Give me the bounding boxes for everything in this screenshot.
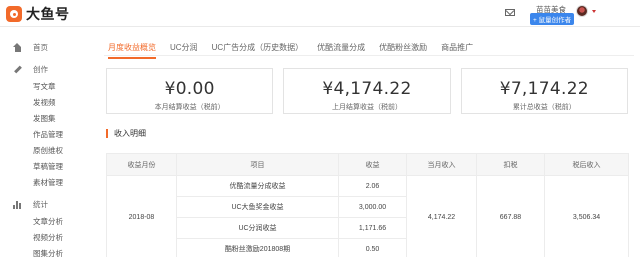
section-title: 收入明细 xyxy=(106,128,146,139)
sidebar-group-create[interactable]: 创作 xyxy=(13,64,48,75)
cell-amount: 0.50 xyxy=(338,238,407,257)
table-row: 2018-08 优酷流量分成收益 2.06 4,174.22 667.88 3,… xyxy=(106,175,629,257)
sidebar-group-label: 创作 xyxy=(33,65,48,74)
home-icon xyxy=(13,43,22,52)
sidebar-item-copyright[interactable]: 原创维权 xyxy=(33,145,63,156)
sidebar-item-write-article[interactable]: 写文章 xyxy=(33,81,56,92)
cell-item: 酷粉丝激励201808期 xyxy=(176,238,339,257)
cell-amount: 2.06 xyxy=(338,175,407,197)
sidebar: 首页 创作 写文章 发视频 发图集 作品管理 原创维权 草稿管理 素材管理 统计… xyxy=(0,27,88,257)
card-value: ¥7,174.22 xyxy=(499,79,589,99)
column-header: 税后收入 xyxy=(544,153,629,176)
creator-badge[interactable]: + 鼠量创作者 xyxy=(530,13,575,25)
sidebar-item-materials[interactable]: 素材管理 xyxy=(33,177,63,188)
cell-item: UC分润收益 xyxy=(176,217,339,239)
card-this-month: ¥0.00 本月结算收益（税前） xyxy=(106,68,274,114)
top-header: 大鱼号 苗苗美食 + 鼠量创作者 xyxy=(0,0,640,27)
cell-item: 优酷流量分成收益 xyxy=(176,175,339,197)
pen-icon xyxy=(13,65,22,74)
sidebar-item-video-analysis[interactable]: 视频分析 xyxy=(33,232,63,243)
card-last-month: ¥4,174.22 上月结算收益（税前） xyxy=(283,68,451,114)
sidebar-item-post-gallery[interactable]: 发图集 xyxy=(33,113,56,124)
avatar[interactable] xyxy=(576,5,588,17)
section-title-text: 收入明细 xyxy=(114,129,146,138)
cell-amount: 1,171.66 xyxy=(338,217,407,239)
table-header-row: 收益月份 项目 收益 当月收入 扣税 税后收入 xyxy=(106,153,629,176)
mail-icon[interactable] xyxy=(505,9,515,16)
cell-month: 2018-08 xyxy=(106,175,177,257)
column-header: 收益月份 xyxy=(106,153,177,176)
tab-monthly-overview[interactable]: 月度收益概览 xyxy=(108,42,156,59)
tab-product-promo[interactable]: 商品推广 xyxy=(441,42,473,59)
tab-uc-ads-history[interactable]: UC广告分成（历史数据） xyxy=(212,42,304,59)
chevron-down-icon[interactable] xyxy=(592,10,596,13)
card-total: ¥7,174.22 累计总收益（税前） xyxy=(460,68,628,114)
column-header: 项目 xyxy=(176,153,339,176)
column-header: 收益 xyxy=(338,153,407,176)
cell-amount: 3,000.00 xyxy=(338,196,407,218)
card-label: 本月结算收益（税前） xyxy=(154,104,225,111)
card-label: 上月结算收益（税前） xyxy=(331,104,402,111)
card-value: ¥0.00 xyxy=(164,79,215,99)
sidebar-item-drafts[interactable]: 草稿管理 xyxy=(33,161,63,172)
sidebar-item-gallery-analysis[interactable]: 图集分析 xyxy=(33,248,63,257)
income-tabs: 月度收益概览 UC分润 UC广告分成（历史数据） 优酷流量分成 优酷粉丝激励 商… xyxy=(108,42,487,59)
tabs-divider xyxy=(104,55,634,56)
logo-text: 大鱼号 xyxy=(26,6,70,22)
sidebar-item-works[interactable]: 作品管理 xyxy=(33,129,63,140)
column-header: 扣税 xyxy=(476,153,545,176)
column-header: 当月收入 xyxy=(406,153,477,176)
tab-uc-share[interactable]: UC分润 xyxy=(170,42,198,59)
accent-bar xyxy=(106,129,108,138)
cell-tax: 667.88 xyxy=(476,175,545,257)
sidebar-item-post-video[interactable]: 发视频 xyxy=(33,97,56,108)
card-label: 累计总收益（税前） xyxy=(512,104,576,111)
logo-icon xyxy=(6,6,22,22)
sidebar-group-stats[interactable]: 统计 xyxy=(13,199,48,210)
sidebar-item-article-analysis[interactable]: 文章分析 xyxy=(33,216,63,227)
summary-cards: ¥0.00 本月结算收益（税前） ¥4,174.22 上月结算收益（税前） ¥7… xyxy=(106,68,628,114)
income-table: 收益月份 项目 收益 当月收入 扣税 税后收入 2018-08 优酷流量分成收益… xyxy=(106,153,629,257)
bar-chart-icon xyxy=(13,200,22,209)
logo[interactable]: 大鱼号 xyxy=(6,4,70,24)
tab-youku-traffic[interactable]: 优酷流量分成 xyxy=(317,42,365,59)
tab-youku-fans[interactable]: 优酷粉丝激励 xyxy=(379,42,427,59)
cell-month-income: 4,174.22 xyxy=(406,175,477,257)
sidebar-group-label: 统计 xyxy=(33,200,48,209)
cell-item: UC大鱼奖金收益 xyxy=(176,196,339,218)
sidebar-item-label: 首页 xyxy=(33,43,48,52)
cell-after-tax: 3,506.34 xyxy=(544,175,629,257)
card-value: ¥4,174.22 xyxy=(322,79,412,99)
sidebar-item-home[interactable]: 首页 xyxy=(13,42,48,53)
